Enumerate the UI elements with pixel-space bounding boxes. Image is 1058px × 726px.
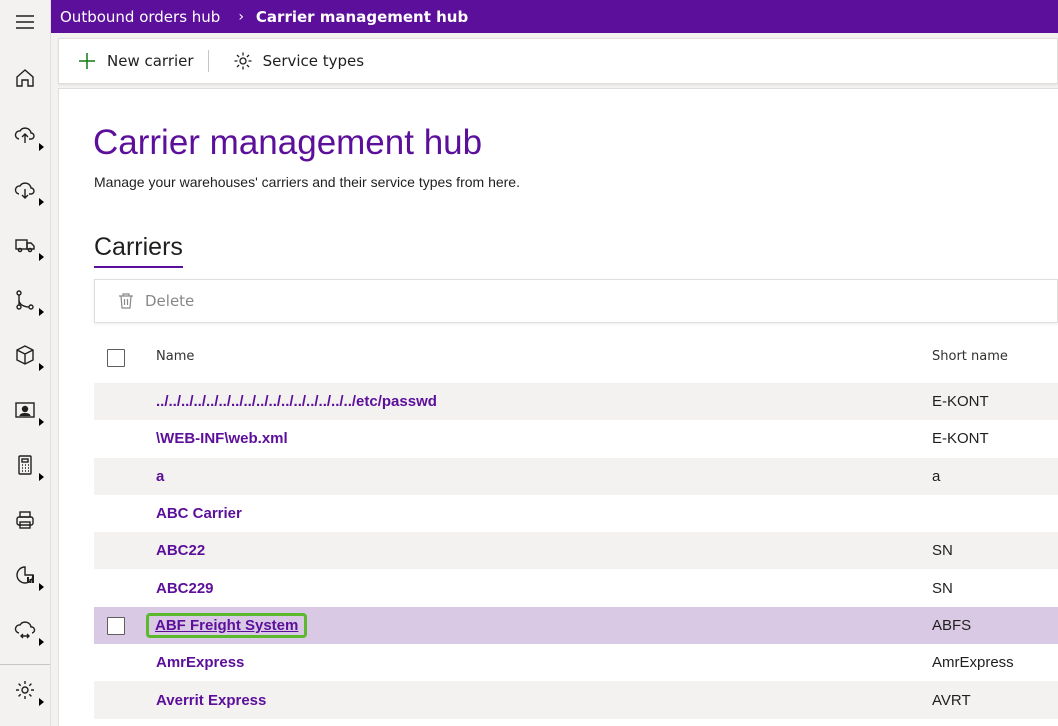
table-row[interactable]: ABC Carrier (94, 495, 1058, 532)
carrier-short-name: SN (932, 579, 953, 597)
table-row[interactable]: a a (94, 457, 1058, 495)
printer-icon[interactable] (0, 498, 50, 542)
table-header: Name Short name (94, 337, 1058, 383)
page-subtitle: Manage your warehouses' carriers and the… (94, 174, 520, 190)
cloud-sync-icon[interactable] (0, 608, 50, 652)
table-row[interactable]: ../../../../../../../../../../../../../.… (94, 383, 1058, 421)
new-carrier-label: New carrier (107, 52, 194, 70)
report-icon[interactable] (0, 553, 50, 597)
carrier-name-link[interactable]: ABC22 (156, 542, 205, 559)
carrier-short-name: E-KONT (932, 430, 989, 448)
service-types-label: Service types (262, 52, 365, 70)
tab-carriers[interactable]: Carriers (94, 233, 183, 268)
table-row[interactable]: Averrit Express AVRT (94, 681, 1058, 719)
carrier-short-name: AVRT (932, 691, 971, 709)
hamburger-icon[interactable] (0, 0, 50, 44)
outbound-icon[interactable] (0, 168, 50, 212)
carrier-name-link[interactable]: \WEB-INF\web.xml (156, 430, 288, 447)
carrier-name-link[interactable]: ABC229 (156, 580, 214, 597)
select-all-checkbox[interactable] (107, 349, 125, 367)
main-panel: Carrier management hub Manage your wareh… (58, 88, 1058, 726)
column-header-name[interactable]: Name (156, 337, 194, 375)
carriers-table: Name Short name ../../../../../../../../… (94, 337, 1058, 719)
carrier-short-name: a (932, 467, 941, 485)
row-checkbox[interactable] (107, 616, 125, 635)
table-row[interactable]: ABC229 SN (94, 569, 1058, 606)
carrier-short-name: E-KONT (932, 393, 989, 411)
new-carrier-button[interactable]: New carrier (59, 39, 204, 83)
carrier-short-name: ABFS (932, 616, 972, 634)
command-divider (207, 50, 209, 72)
flow-icon[interactable] (0, 278, 50, 322)
contact-card-icon[interactable] (0, 388, 50, 432)
table-row-selected[interactable]: ABF Freight System ABFS (94, 606, 1058, 645)
breadcrumb: Outbound orders hub › Carrier management… (51, 0, 1058, 33)
calculator-icon[interactable] (0, 443, 50, 487)
breadcrumb-parent[interactable]: Outbound orders hub (60, 8, 220, 26)
carrier-name-link[interactable]: Averrit Express (156, 692, 266, 709)
rail-divider (0, 664, 50, 665)
add-icon (79, 53, 95, 69)
nav-rail (0, 0, 51, 726)
trash-icon (119, 293, 133, 309)
command-bar: New carrier Service types (58, 38, 1058, 84)
breadcrumb-separator-icon: › (238, 8, 244, 25)
carrier-short-name: SN (932, 542, 953, 560)
gear-icon (234, 52, 252, 70)
carrier-name-link[interactable]: a (156, 468, 164, 485)
settings-icon[interactable] (0, 668, 50, 712)
breadcrumb-current: Carrier management hub (255, 7, 469, 26)
carrier-name-link[interactable]: ABF Freight System (146, 612, 308, 638)
carrier-name-link[interactable]: AmrExpress (156, 654, 244, 671)
page-title: Carrier management hub (93, 123, 483, 162)
carrier-name-link[interactable]: ABC Carrier (156, 505, 242, 522)
table-row[interactable]: AmrExpress AmrExpress (94, 644, 1058, 681)
carrier-name-link[interactable]: ../../../../../../../../../../../../../.… (156, 393, 437, 410)
service-types-button[interactable]: Service types (213, 39, 375, 83)
delete-label: Delete (145, 292, 195, 310)
delete-button[interactable]: Delete (95, 280, 204, 322)
box-icon[interactable] (0, 333, 50, 377)
column-header-short-name[interactable]: Short name (932, 337, 1008, 375)
home-icon[interactable] (0, 56, 50, 100)
inbound-icon[interactable] (0, 113, 50, 157)
table-row[interactable]: ABC22 SN (94, 532, 1058, 570)
table-row[interactable]: \WEB-INF\web.xml E-KONT (94, 420, 1058, 457)
truck-icon[interactable] (0, 223, 50, 267)
grid-command-bar: Delete (94, 279, 1058, 323)
carrier-short-name: AmrExpress (932, 654, 1014, 672)
